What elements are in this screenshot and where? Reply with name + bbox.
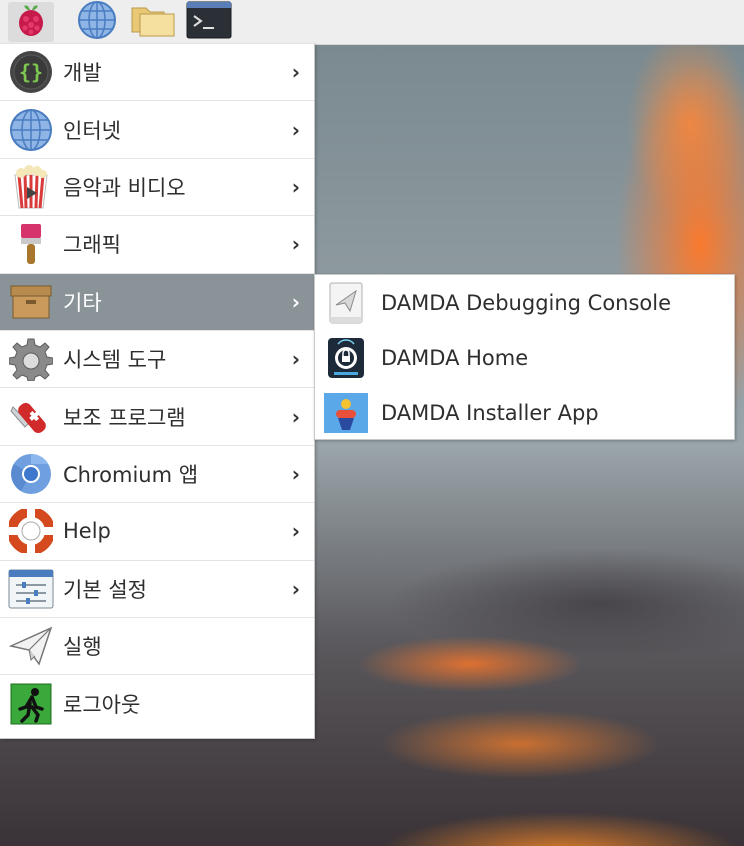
folder-icon xyxy=(130,2,176,42)
menu-item-development[interactable]: {} 개발 › xyxy=(0,44,314,102)
chevron-right-icon: › xyxy=(291,174,300,199)
menu-item-chromium-apps[interactable]: Chromium 앱 › xyxy=(0,446,314,504)
menu-item-label: Help xyxy=(63,519,111,544)
terminal-button[interactable] xyxy=(186,1,232,43)
damda-installer-icon xyxy=(323,390,369,436)
menu-item-internet[interactable]: 인터넷 › xyxy=(0,101,314,159)
submenu-item-label: DAMDA Debugging Console xyxy=(381,290,672,315)
popcorn-media-icon xyxy=(8,164,54,210)
damda-home-icon xyxy=(323,335,369,381)
exit-running-man-icon xyxy=(8,681,54,727)
swiss-knife-icon xyxy=(8,394,54,440)
menu-item-graphics[interactable]: 그래픽 › xyxy=(0,216,314,274)
menu-item-help[interactable]: Help › xyxy=(0,503,314,561)
box-icon xyxy=(8,279,54,325)
submenu-item-label: DAMDA Installer App xyxy=(381,400,599,425)
menu-item-other[interactable]: 기타 › xyxy=(0,273,314,331)
chevron-right-icon: › xyxy=(291,232,300,257)
application-menu: {} 개발 › 인터넷 › 음악과 비디오 › 그래픽 › 기타 › 시스템 도… xyxy=(0,44,315,739)
menu-item-accessories[interactable]: 보조 프로그램 › xyxy=(0,388,314,446)
taskbar xyxy=(0,0,744,45)
menu-item-label: 기본 설정 xyxy=(63,577,147,602)
chevron-right-icon: › xyxy=(291,117,300,142)
web-browser-button[interactable] xyxy=(74,0,120,44)
menu-item-sound-video[interactable]: 음악과 비디오 › xyxy=(0,159,314,217)
lifebuoy-icon xyxy=(8,508,54,554)
raspberry-menu-button[interactable] xyxy=(8,2,54,42)
menu-item-preferences[interactable]: 기본 설정 › xyxy=(0,561,314,618)
chevron-right-icon: › xyxy=(291,347,300,372)
chevron-right-icon: › xyxy=(291,289,300,314)
menu-item-label: 실행 xyxy=(63,635,102,660)
chromium-icon xyxy=(8,451,54,497)
submenu-item-damda-home[interactable]: DAMDA Home xyxy=(315,330,734,385)
menu-item-label: 음악과 비디오 xyxy=(63,175,186,200)
terminal-icon xyxy=(186,1,232,43)
paintbrush-icon xyxy=(8,221,54,267)
menu-item-system-tools[interactable]: 시스템 도구 › xyxy=(0,331,314,389)
submenu-item-damda-debugging-console[interactable]: DAMDA Debugging Console xyxy=(315,275,734,330)
chevron-right-icon: › xyxy=(291,404,300,429)
menu-item-label: 보조 프로그램 xyxy=(63,405,186,430)
chevron-right-icon: › xyxy=(291,461,300,486)
menu-item-label: 기타 xyxy=(63,290,102,315)
submenu-other: DAMDA Debugging Console DAMDA Home DAMDA… xyxy=(314,274,735,440)
globe-icon xyxy=(8,107,54,153)
console-plane-icon xyxy=(323,280,369,326)
chevron-right-icon: › xyxy=(291,60,300,85)
paper-plane-icon xyxy=(8,623,54,669)
menu-item-label: 인터넷 xyxy=(63,118,121,143)
chevron-right-icon: › xyxy=(291,576,300,601)
globe-icon xyxy=(77,0,117,44)
chevron-right-icon: › xyxy=(291,519,300,544)
menu-item-label: 그래픽 xyxy=(63,233,121,258)
menu-item-run[interactable]: 실행 xyxy=(0,618,314,676)
submenu-item-label: DAMDA Home xyxy=(381,345,529,370)
code-braces-icon: {} xyxy=(8,49,54,95)
menu-item-label: Chromium 앱 xyxy=(63,462,199,487)
submenu-item-damda-installer-app[interactable]: DAMDA Installer App xyxy=(315,385,734,440)
gear-icon xyxy=(8,336,54,382)
menu-item-label: 개발 xyxy=(63,61,102,86)
menu-item-logout[interactable]: 로그아웃 xyxy=(0,675,314,732)
svg-text:{}: {} xyxy=(19,60,43,84)
menu-item-label: 시스템 도구 xyxy=(63,348,167,373)
file-manager-button[interactable] xyxy=(130,2,176,42)
menu-item-label: 로그아웃 xyxy=(63,692,141,717)
settings-sliders-icon xyxy=(8,566,54,612)
raspberry-icon xyxy=(14,2,48,42)
